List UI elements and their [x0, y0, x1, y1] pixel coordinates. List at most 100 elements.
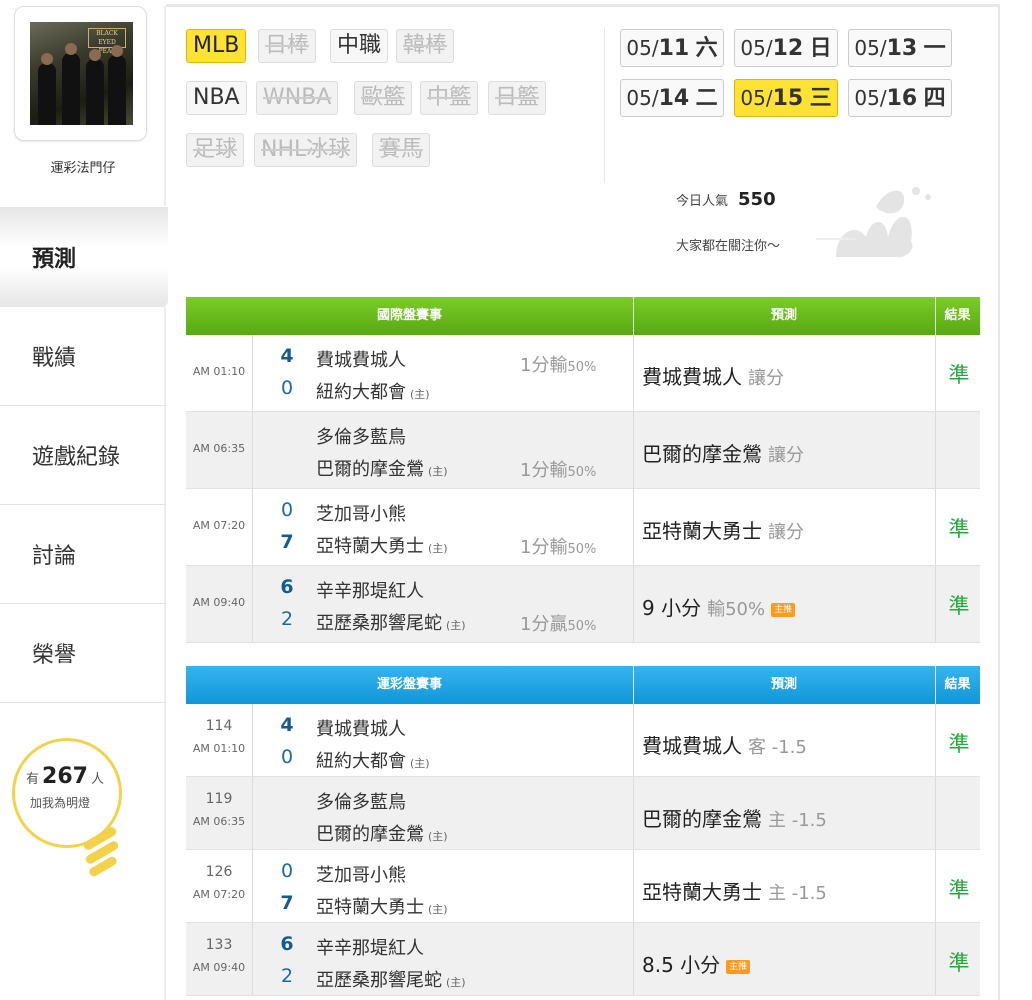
team-home[interactable]: 亞特蘭大勇士 (主): [316, 532, 448, 558]
nav-game-history[interactable]: 遊戲紀錄: [0, 406, 166, 505]
prediction[interactable]: 亞特蘭大勇士主 -1.5: [642, 876, 827, 905]
prediction[interactable]: 巴爾的摩金鶯主 -1.5: [642, 803, 827, 832]
score-away: 0: [280, 499, 294, 521]
nav-predict[interactable]: 預測: [0, 207, 168, 307]
team-away[interactable]: 芝加哥小熊: [316, 861, 406, 887]
league-cba[interactable]: 中籃: [420, 81, 479, 115]
team-away[interactable]: 多倫多藍鳥: [316, 788, 406, 814]
result-mark: 準: [948, 363, 970, 387]
main-pick-badge: 主推: [771, 602, 796, 617]
table-row[interactable]: 114 AM 01:10 4 0 費城費城人 紐約大都會 (主) 費城費城人客 -1.5 準: [186, 704, 980, 777]
nav-honor[interactable]: 榮譽: [0, 604, 166, 703]
date-0516[interactable]: 05/16 四: [848, 79, 952, 117]
prediction-detail: 讓分: [768, 522, 804, 543]
team-home[interactable]: 巴爾的摩金鶯 (主): [316, 455, 448, 481]
nav-discussion[interactable]: 討論: [0, 505, 166, 604]
team-home[interactable]: 紐約大都會 (主): [316, 747, 430, 773]
team-away[interactable]: 多倫多藍鳥: [316, 423, 406, 449]
mascot-deco-icon: [816, 187, 931, 258]
league-mlb[interactable]: MLB: [186, 29, 247, 63]
avatar-card[interactable]: BLACK EYED PEAS: [14, 6, 147, 141]
home-mark: (主): [446, 976, 466, 989]
league-euro-basketball[interactable]: 歐籃: [354, 81, 413, 115]
league-nhl[interactable]: NHL冰球: [254, 133, 358, 167]
header-sport-match: 運彩盤賽事: [376, 677, 442, 692]
date-0515[interactable]: 05/15 三: [734, 79, 838, 117]
score-home: 7: [280, 892, 294, 914]
prediction[interactable]: 9 小分 輸50% 主推: [642, 592, 796, 621]
handicap-line: 1分輸50%: [520, 355, 597, 376]
header-result: 結果: [944, 308, 971, 323]
follow-label: 加我為明燈: [30, 796, 91, 810]
prediction[interactable]: 巴爾的摩金鶯 讓分: [642, 438, 804, 467]
prediction-detail: 讓分: [768, 445, 804, 466]
team-home[interactable]: 亞歷桑那響尾蛇 (主): [316, 966, 466, 992]
score-home: 0: [280, 746, 294, 768]
result-mark: 準: [948, 517, 970, 541]
league-soccer[interactable]: 足球: [186, 133, 245, 167]
avatar[interactable]: BLACK EYED PEAS: [30, 22, 133, 125]
league-kbo[interactable]: 韓棒: [396, 29, 455, 63]
prediction-detail: 主 -1.5: [768, 810, 827, 831]
popularity-subtext: 大家都在關注你〜: [676, 239, 781, 254]
home-mark: (主): [428, 903, 448, 916]
game-time: AM 07:20: [192, 888, 246, 901]
prediction-detail: 輸50%: [707, 599, 766, 620]
team-away[interactable]: 費城費城人: [316, 715, 406, 741]
team-home[interactable]: 紐約大都會 (主): [316, 378, 430, 404]
game-time: AM 01:10: [192, 365, 246, 378]
league-horse-racing[interactable]: 賽馬: [372, 133, 431, 167]
header-result: 結果: [944, 677, 971, 692]
home-mark: (主): [428, 830, 448, 843]
main-pick-badge: 主推: [726, 959, 751, 974]
result-mark: 準: [948, 732, 970, 756]
prediction-detail: 讓分: [748, 368, 784, 389]
game-time: AM 07:20: [192, 519, 246, 532]
table-row[interactable]: 126 AM 07:20 0 7 芝加哥小熊 亞特蘭大勇士 (主) 亞特蘭大勇士主 -1.5 準: [186, 850, 980, 923]
home-mark: (主): [410, 757, 430, 770]
prediction[interactable]: 費城費城人 讓分: [642, 361, 784, 390]
team-home[interactable]: 亞特蘭大勇士 (主): [316, 893, 448, 919]
prediction[interactable]: 亞特蘭大勇士 讓分: [642, 515, 804, 544]
game-number: 126: [205, 864, 233, 880]
league-nba[interactable]: NBA: [186, 81, 247, 115]
team-away[interactable]: 費城費城人: [316, 346, 406, 372]
score-home: 2: [280, 608, 294, 630]
score-away: 4: [280, 345, 294, 367]
table-row[interactable]: AM 07:20 0 7 芝加哥小熊 亞特蘭大勇士 (主) 1分輸50% 亞特蘭大勇士 讓分 準: [186, 489, 980, 566]
handicap-line: 1分輸50%: [520, 460, 597, 481]
table-row[interactable]: 119 AM 06:35 多倫多藍鳥 巴爾的摩金鶯 (主) 巴爾的摩金鶯主 -1.5: [186, 777, 980, 850]
prediction[interactable]: 費城費城人客 -1.5: [642, 730, 807, 759]
follow-bulb[interactable]: 有 267 人 加我為明燈: [12, 738, 132, 878]
team-home[interactable]: 巴爾的摩金鶯 (主): [316, 820, 448, 846]
result-mark: 準: [948, 878, 970, 902]
home-mark: (主): [428, 465, 448, 478]
date-0514[interactable]: 05/14 二: [620, 79, 724, 117]
home-mark: (主): [410, 388, 430, 401]
league-jp-basketball[interactable]: 日籃: [488, 81, 547, 115]
game-number: 133: [205, 937, 233, 953]
game-number: 119: [205, 791, 233, 807]
date-0512[interactable]: 05/12 日: [734, 29, 838, 67]
date-0511[interactable]: 05/11 六: [620, 29, 724, 67]
score-away: 6: [280, 576, 294, 598]
team-away[interactable]: 辛辛那堤紅人: [316, 577, 424, 603]
team-away[interactable]: 芝加哥小熊: [316, 500, 406, 526]
username[interactable]: 運彩法門仔: [0, 157, 166, 176]
handicap-line: 1分輸50%: [520, 537, 597, 558]
nav-record[interactable]: 戰績: [0, 307, 166, 406]
league-jpb[interactable]: 日棒: [258, 29, 317, 63]
team-home[interactable]: 亞歷桑那響尾蛇 (主): [316, 609, 466, 635]
prediction[interactable]: 8.5 小分 主推: [642, 949, 751, 978]
table-row[interactable]: AM 06:35 多倫多藍鳥 巴爾的摩金鶯 (主) 1分輸50% 巴爾的摩金鶯 讓分: [186, 412, 980, 489]
table-row[interactable]: AM 09:40 6 2 辛辛那堤紅人 亞歷桑那響尾蛇 (主) 1分贏50% 9 小分 輸50%…: [186, 566, 980, 643]
table-row[interactable]: 133 AM 09:40 6 2 辛辛那堤紅人 亞歷桑那響尾蛇 (主) 8.5 小分 主推 準: [186, 923, 980, 996]
league-cpbl[interactable]: 中職: [330, 29, 389, 63]
result-mark: 準: [948, 951, 970, 975]
result-mark: 準: [948, 594, 970, 618]
table-row[interactable]: AM 01:10 4 0 費城費城人 紐約大都會 (主) 1分輸50% 費城費城人 讓分 準: [186, 335, 980, 412]
team-away[interactable]: 辛辛那堤紅人: [316, 934, 424, 960]
score-away: 4: [280, 714, 294, 736]
league-wnba[interactable]: WNBA: [256, 81, 339, 115]
date-0513[interactable]: 05/13 一: [848, 29, 952, 67]
